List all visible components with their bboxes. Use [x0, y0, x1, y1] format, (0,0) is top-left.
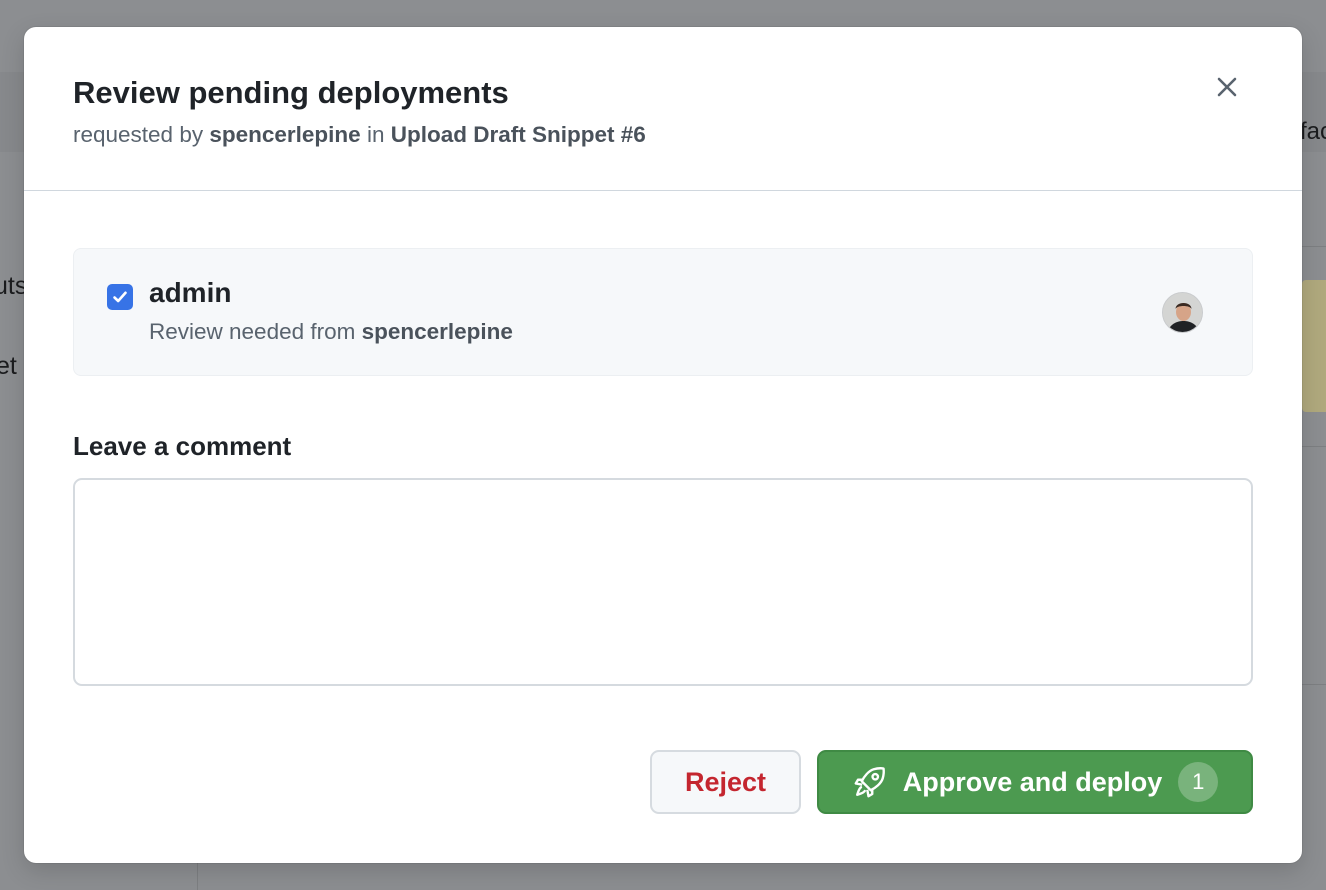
- requester-name: spencerlepine: [209, 122, 361, 147]
- background-highlight-box: [1302, 280, 1326, 412]
- avatar-image: [1163, 293, 1202, 332]
- dialog-header: Review pending deployments requested by …: [24, 27, 1302, 191]
- comment-textarea[interactable]: [73, 478, 1253, 686]
- reviewer-avatar: [1162, 292, 1203, 333]
- review-prefix: Review needed from: [149, 319, 356, 344]
- background-text-fragment: fac: [1300, 118, 1326, 145]
- environment-checkbox[interactable]: [107, 284, 133, 310]
- approve-and-deploy-button[interactable]: Approve and deploy 1: [817, 750, 1253, 814]
- close-icon: [1217, 77, 1237, 97]
- environment-card: admin Review needed from spencerlepine: [73, 248, 1253, 376]
- close-button[interactable]: [1207, 67, 1247, 107]
- comment-label: Leave a comment: [73, 431, 292, 461]
- background-text-fragment: et: [0, 352, 17, 380]
- review-deployments-dialog: Review pending deployments requested by …: [24, 27, 1302, 863]
- checkmark-icon: [113, 291, 127, 303]
- dialog-body: admin Review needed from spencerlepine L…: [24, 191, 1302, 686]
- background-title-ghost: [30, 0, 470, 10]
- rocket-icon: [852, 764, 888, 800]
- reject-button[interactable]: Reject: [650, 750, 801, 814]
- background-divider: [1302, 246, 1326, 247]
- background-divider: [1302, 446, 1326, 447]
- dialog-subtitle: requested by spencerlepine in Upload Dra…: [73, 121, 1253, 149]
- environment-review-note: Review needed from spencerlepine: [149, 319, 513, 345]
- approve-count-badge: 1: [1178, 762, 1219, 802]
- background-divider: [1302, 684, 1326, 685]
- subtitle-in: in: [366, 122, 385, 147]
- dialog-actions: Reject Approve and deploy 1: [24, 750, 1302, 814]
- environment-name: admin: [149, 277, 232, 308]
- dialog-title: Review pending deployments: [73, 75, 509, 110]
- reviewer-name: spencerlepine: [361, 319, 513, 344]
- approve-label: Approve and deploy: [902, 766, 1163, 797]
- subtitle-prefix: requested by: [73, 122, 204, 147]
- workflow-run-name: Upload Draft Snippet #6: [390, 122, 646, 147]
